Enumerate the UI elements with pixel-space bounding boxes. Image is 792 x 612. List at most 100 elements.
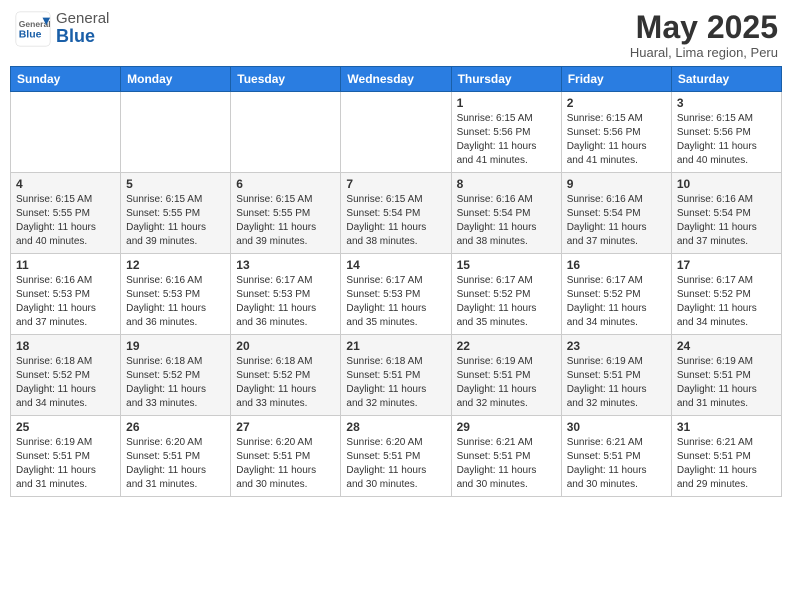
calendar-week-row: 4 Sunrise: 6:15 AM Sunset: 5:55 PM Daylig…	[11, 173, 782, 254]
day-info: Sunrise: 6:16 AM Sunset: 5:53 PM Dayligh…	[126, 274, 225, 330]
day-number: 28	[346, 420, 445, 434]
day-number: 4	[16, 177, 115, 191]
day-number: 18	[16, 339, 115, 353]
day-info: Sunrise: 6:15 AM Sunset: 5:56 PM Dayligh…	[677, 112, 776, 168]
weekday-header-friday: Friday	[561, 67, 671, 92]
day-number: 25	[16, 420, 115, 434]
calendar-week-row: 1Sunrise: 6:15 AM Sunset: 5:56 PM Daylig…	[11, 92, 782, 173]
calendar-cell: 29Sunrise: 6:21 AM Sunset: 5:51 PM Dayli…	[451, 416, 561, 497]
calendar-cell	[341, 92, 451, 173]
calendar-cell: 14Sunrise: 6:17 AM Sunset: 5:53 PM Dayli…	[341, 254, 451, 335]
day-info: Sunrise: 6:17 AM Sunset: 5:53 PM Dayligh…	[236, 274, 335, 330]
day-number: 21	[346, 339, 445, 353]
calendar-cell: 11Sunrise: 6:16 AM Sunset: 5:53 PM Dayli…	[11, 254, 121, 335]
day-info: Sunrise: 6:16 AM Sunset: 5:54 PM Dayligh…	[567, 193, 666, 249]
day-number: 15	[457, 258, 556, 272]
calendar-cell: 12 Sunrise: 6:16 AM Sunset: 5:53 PM Dayli…	[121, 254, 231, 335]
day-number: 2	[567, 96, 666, 110]
calendar-cell: 25 Sunrise: 6:19 AM Sunset: 5:51 PM Dayli…	[11, 416, 121, 497]
day-number: 10	[677, 177, 776, 191]
day-info: Sunrise: 6:19 AM Sunset: 5:51 PM Dayligh…	[457, 355, 556, 411]
weekday-header-monday: Monday	[121, 67, 231, 92]
day-info: Sunrise: 6:15 AM Sunset: 5:55 PM Dayligh…	[16, 193, 115, 249]
day-number: 19	[126, 339, 225, 353]
day-info: Sunrise: 6:15 AM Sunset: 5:56 PM Dayligh…	[567, 112, 666, 168]
calendar-cell: 15 Sunrise: 6:17 AM Sunset: 5:52 PM Dayli…	[451, 254, 561, 335]
day-info: Sunrise: 6:17 AM Sunset: 5:52 PM Dayligh…	[567, 274, 666, 330]
day-number: 20	[236, 339, 335, 353]
day-number: 13	[236, 258, 335, 272]
day-info: Sunrise: 6:17 AM Sunset: 5:52 PM Dayligh…	[457, 274, 556, 330]
calendar-cell	[231, 92, 341, 173]
calendar-cell: 3 Sunrise: 6:15 AM Sunset: 5:56 PM Daylig…	[671, 92, 781, 173]
logo-general: General	[56, 11, 109, 28]
day-info: Sunrise: 6:18 AM Sunset: 5:52 PM Dayligh…	[16, 355, 115, 411]
calendar-cell: 18 Sunrise: 6:18 AM Sunset: 5:52 PM Dayli…	[11, 335, 121, 416]
day-number: 29	[457, 420, 556, 434]
calendar-cell: 1Sunrise: 6:15 AM Sunset: 5:56 PM Daylig…	[451, 92, 561, 173]
weekday-header-sunday: Sunday	[11, 67, 121, 92]
weekday-header-saturday: Saturday	[671, 67, 781, 92]
logo-text: General Blue	[56, 11, 109, 47]
calendar-cell: 21 Sunrise: 6:18 AM Sunset: 5:51 PM Dayli…	[341, 335, 451, 416]
day-number: 3	[677, 96, 776, 110]
weekday-header-thursday: Thursday	[451, 67, 561, 92]
day-info: Sunrise: 6:20 AM Sunset: 5:51 PM Dayligh…	[236, 436, 335, 492]
day-info: Sunrise: 6:19 AM Sunset: 5:51 PM Dayligh…	[16, 436, 115, 492]
day-number: 14	[346, 258, 445, 272]
day-number: 11	[16, 258, 115, 272]
day-info: Sunrise: 6:15 AM Sunset: 5:54 PM Dayligh…	[346, 193, 445, 249]
calendar-cell: 20Sunrise: 6:18 AM Sunset: 5:52 PM Dayli…	[231, 335, 341, 416]
day-info: Sunrise: 6:21 AM Sunset: 5:51 PM Dayligh…	[567, 436, 666, 492]
calendar-cell	[121, 92, 231, 173]
day-info: Sunrise: 6:21 AM Sunset: 5:51 PM Dayligh…	[677, 436, 776, 492]
calendar-cell: 6 Sunrise: 6:15 AM Sunset: 5:55 PM Daylig…	[231, 173, 341, 254]
day-info: Sunrise: 6:18 AM Sunset: 5:52 PM Dayligh…	[126, 355, 225, 411]
calendar-cell: 4 Sunrise: 6:15 AM Sunset: 5:55 PM Daylig…	[11, 173, 121, 254]
calendar-cell: 17 Sunrise: 6:17 AM Sunset: 5:52 PM Dayli…	[671, 254, 781, 335]
day-info: Sunrise: 6:20 AM Sunset: 5:51 PM Dayligh…	[346, 436, 445, 492]
logo-icon: General Blue	[14, 10, 52, 48]
logo: General Blue General Blue	[14, 10, 109, 48]
day-number: 26	[126, 420, 225, 434]
calendar-cell: 10 Sunrise: 6:16 AM Sunset: 5:54 PM Dayli…	[671, 173, 781, 254]
day-number: 31	[677, 420, 776, 434]
title-block: May 2025 Huaral, Lima region, Peru	[630, 10, 778, 60]
day-number: 12	[126, 258, 225, 272]
calendar-cell: 31 Sunrise: 6:21 AM Sunset: 5:51 PM Dayli…	[671, 416, 781, 497]
day-number: 23	[567, 339, 666, 353]
weekday-header-tuesday: Tuesday	[231, 67, 341, 92]
calendar-cell: 5 Sunrise: 6:15 AM Sunset: 5:55 PM Daylig…	[121, 173, 231, 254]
day-number: 6	[236, 177, 335, 191]
day-info: Sunrise: 6:15 AM Sunset: 5:55 PM Dayligh…	[126, 193, 225, 249]
calendar-cell: 13 Sunrise: 6:17 AM Sunset: 5:53 PM Dayli…	[231, 254, 341, 335]
day-info: Sunrise: 6:20 AM Sunset: 5:51 PM Dayligh…	[126, 436, 225, 492]
day-info: Sunrise: 6:15 AM Sunset: 5:56 PM Dayligh…	[457, 112, 556, 168]
day-number: 22	[457, 339, 556, 353]
calendar-week-row: 18 Sunrise: 6:18 AM Sunset: 5:52 PM Dayli…	[11, 335, 782, 416]
day-number: 5	[126, 177, 225, 191]
day-info: Sunrise: 6:17 AM Sunset: 5:52 PM Dayligh…	[677, 274, 776, 330]
weekday-header-row: SundayMondayTuesdayWednesdayThursdayFrid…	[11, 67, 782, 92]
day-info: Sunrise: 6:15 AM Sunset: 5:55 PM Dayligh…	[236, 193, 335, 249]
day-number: 17	[677, 258, 776, 272]
day-number: 27	[236, 420, 335, 434]
day-info: Sunrise: 6:16 AM Sunset: 5:54 PM Dayligh…	[457, 193, 556, 249]
calendar-cell: 22 Sunrise: 6:19 AM Sunset: 5:51 PM Dayli…	[451, 335, 561, 416]
calendar-cell: 23 Sunrise: 6:19 AM Sunset: 5:51 PM Dayli…	[561, 335, 671, 416]
day-number: 8	[457, 177, 556, 191]
logo-blue: Blue	[56, 27, 109, 47]
calendar-cell: 27 Sunrise: 6:20 AM Sunset: 5:51 PM Dayli…	[231, 416, 341, 497]
calendar-week-row: 11 Sunrise: 6:16 AM Sunset: 5:53 PM Dayli…	[11, 254, 782, 335]
calendar-cell: 16 Sunrise: 6:17 AM Sunset: 5:52 PM Dayli…	[561, 254, 671, 335]
page-header: General Blue General Blue May 2025 Huara…	[10, 10, 782, 60]
day-info: Sunrise: 6:18 AM Sunset: 5:51 PM Dayligh…	[346, 355, 445, 411]
day-info: Sunrise: 6:16 AM Sunset: 5:54 PM Dayligh…	[677, 193, 776, 249]
day-number: 16	[567, 258, 666, 272]
day-info: Sunrise: 6:19 AM Sunset: 5:51 PM Dayligh…	[567, 355, 666, 411]
day-number: 9	[567, 177, 666, 191]
month-title: May 2025	[630, 10, 778, 45]
calendar-cell: 7Sunrise: 6:15 AM Sunset: 5:54 PM Daylig…	[341, 173, 451, 254]
calendar-cell: 2 Sunrise: 6:15 AM Sunset: 5:56 PM Daylig…	[561, 92, 671, 173]
location: Huaral, Lima region, Peru	[630, 45, 778, 60]
